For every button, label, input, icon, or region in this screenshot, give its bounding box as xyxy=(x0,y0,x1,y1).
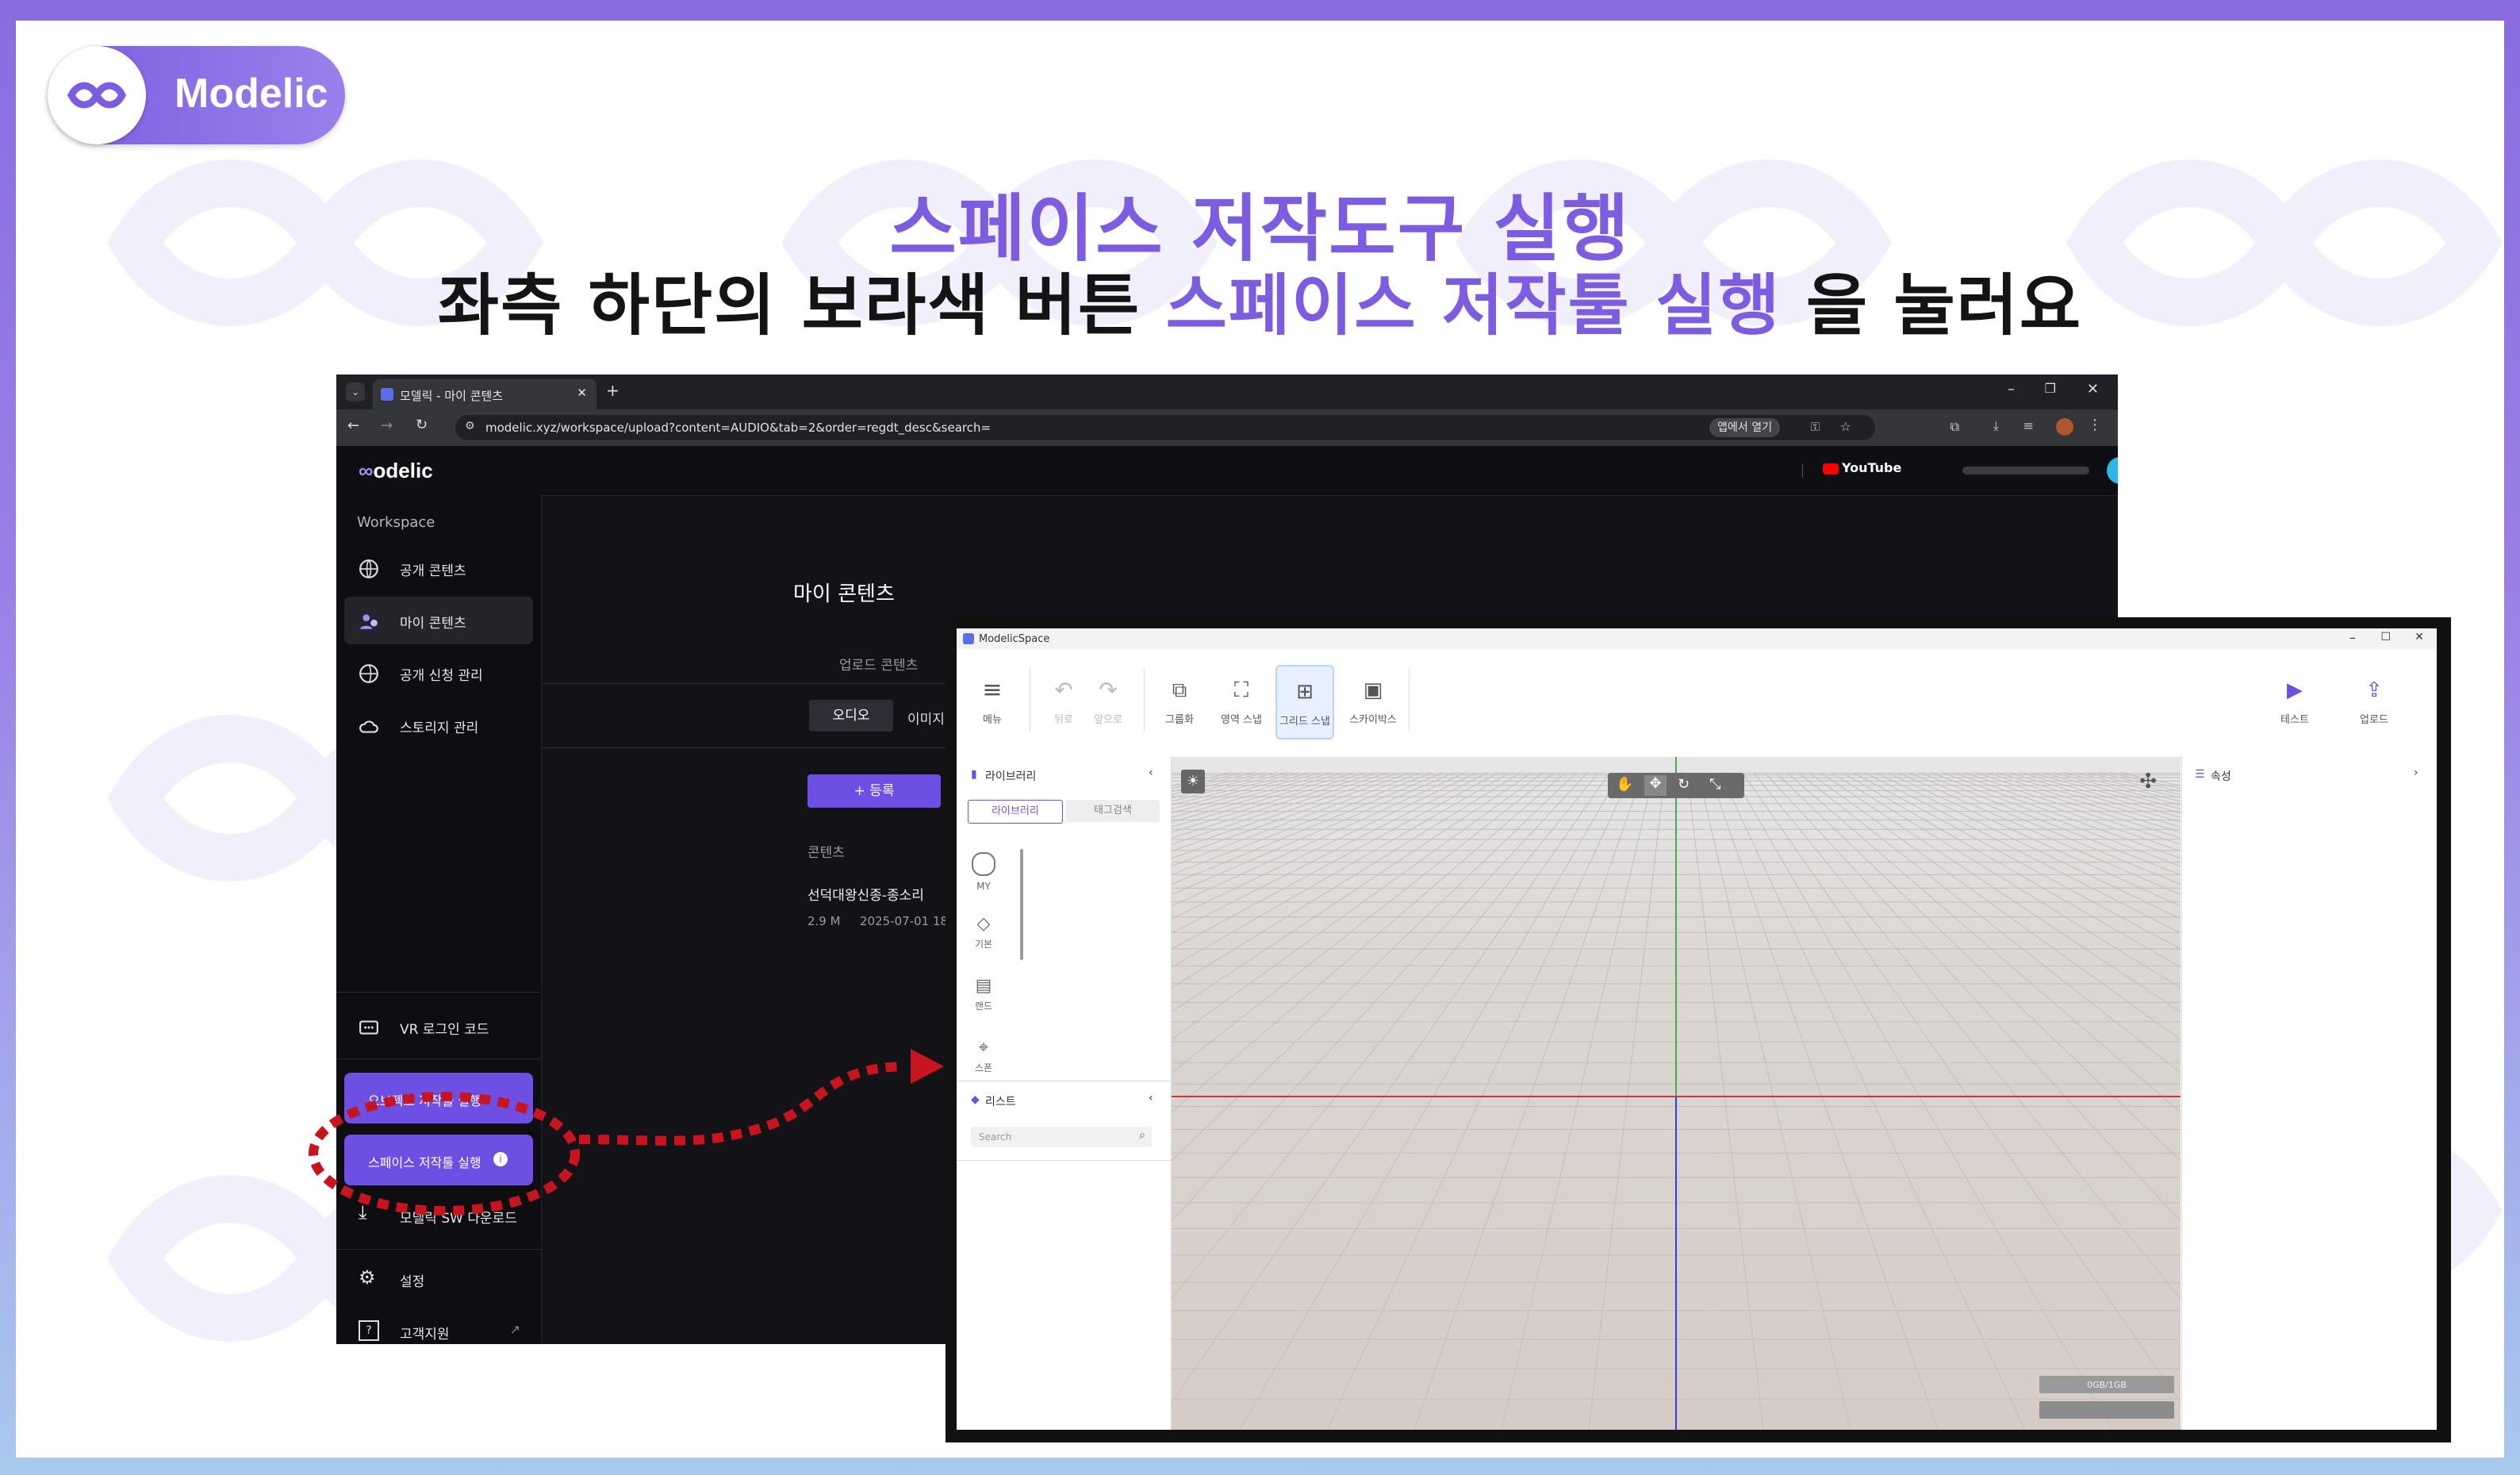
slide-frame: Modelic 스페이스 저작도구 실행 좌측 하단의 보라색 버튼 스페이스 … xyxy=(16,21,2504,1458)
highlight-annotation xyxy=(309,1049,944,1216)
